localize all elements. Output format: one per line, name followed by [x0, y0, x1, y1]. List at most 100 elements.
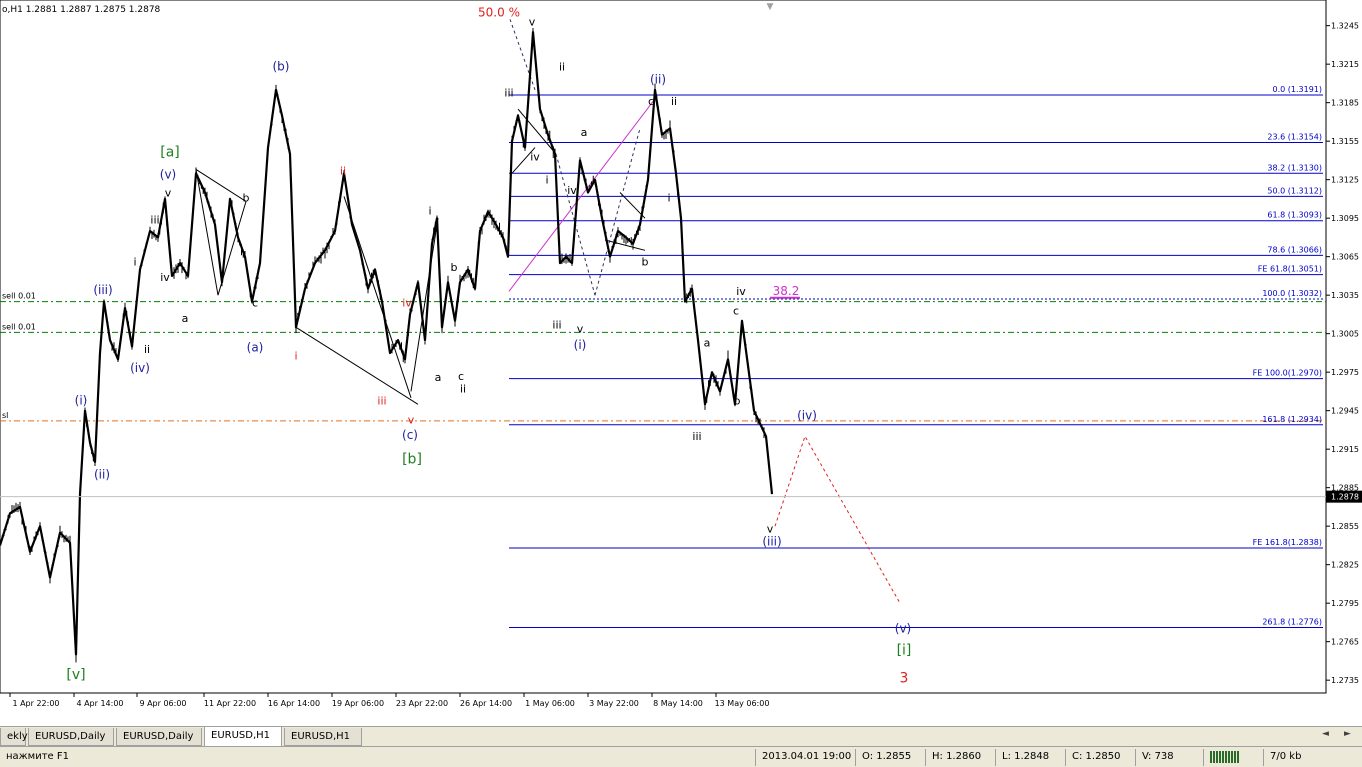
- wave-label: (b): [273, 60, 290, 74]
- wave-label: (iii): [762, 534, 781, 548]
- chart-window[interactable]: sell 0.01 sell 0.01 sl 0.0 (1.3191) 23.6 (1…: [0, 0, 1362, 726]
- x-tick-label: 11 Apr 22:00: [204, 699, 256, 708]
- tab-scroll-left-icon[interactable]: ◄: [1322, 729, 1329, 739]
- y-tick-label: 1.3245: [1331, 22, 1359, 31]
- wave-label: iv: [567, 184, 577, 197]
- wave-label: [a]: [160, 145, 180, 161]
- wave-label: 50.0 %: [478, 6, 520, 20]
- status-datetime: 2013.04.01 19:00: [755, 749, 855, 766]
- order-line-label: sell 0.01: [2, 322, 36, 331]
- status-open: O: 1.2855: [855, 749, 925, 766]
- tab-eurusd-h1[interactable]: EURUSD,H1: [284, 728, 362, 746]
- wave-label: i: [294, 349, 297, 362]
- y-tick-label: 1.2855: [1331, 522, 1359, 531]
- y-tick-label: 1.2945: [1331, 407, 1359, 416]
- plot-area: [0, 0, 1327, 694]
- fib-level-label: FE 161.8(1.2838): [1253, 538, 1322, 547]
- wave-label: c: [252, 297, 258, 310]
- wave-label: v: [408, 414, 415, 427]
- fib-level-label: 261.8 (1.2776): [1262, 618, 1322, 627]
- fib-level-label: 61.8 (1.3093): [1267, 211, 1322, 220]
- x-tick-label: 13 May 06:00: [715, 699, 770, 708]
- status-close: C: 1.2850: [1065, 749, 1135, 766]
- wave-label: iii: [552, 319, 561, 332]
- wave-label: ii: [340, 165, 346, 178]
- wave-label: (iv): [130, 361, 150, 375]
- status-bar: нажмите F1 2013.04.01 19:00 O: 1.2855 H:…: [0, 746, 1362, 767]
- wave-label: (ii): [94, 468, 110, 482]
- wave-label: iii: [150, 213, 159, 226]
- x-tick-label: 23 Apr 22:00: [396, 699, 448, 708]
- wave-label: (iv): [797, 409, 817, 423]
- y-tick-label: 1.3215: [1331, 60, 1359, 69]
- y-tick-label: 1.3185: [1331, 99, 1359, 108]
- fib-level-label: 78.6 (1.3066): [1267, 245, 1322, 254]
- y-tick-label: 1.3065: [1331, 253, 1359, 262]
- y-tick-label: 1.3155: [1331, 137, 1359, 146]
- x-tick-label: 3 May 22:00: [589, 699, 639, 708]
- wave-label: b: [243, 191, 250, 204]
- status-volume: V: 738: [1135, 749, 1203, 766]
- tab-eurusd-daily-1[interactable]: EURUSD,Daily: [28, 728, 114, 746]
- fib-level-label: 100.0 (1.3032): [1262, 289, 1322, 298]
- wave-label: (i): [75, 393, 88, 407]
- wave-label: [b]: [402, 451, 422, 467]
- wave-label: ii: [671, 95, 677, 108]
- fib-level-label: 50.0 (1.3112): [1267, 186, 1322, 195]
- wave-label: b: [734, 394, 741, 407]
- fib-level-label: 38.2 (1.3130): [1267, 163, 1322, 172]
- fib-level-label: 23.6 (1.3154): [1267, 132, 1322, 141]
- x-tick-label: 16 Apr 14:00: [268, 699, 320, 708]
- fib-level-label: 161.8 (1.2934): [1262, 415, 1322, 424]
- x-tick-label: 9 Apr 06:00: [139, 699, 186, 708]
- wave-label: a: [704, 337, 711, 350]
- wave-label: iii: [504, 86, 513, 99]
- wave-label: b: [451, 261, 458, 274]
- x-tick-label: 1 Apr 22:00: [12, 699, 59, 708]
- y-tick-label: 1.3005: [1331, 330, 1359, 339]
- y-tick-label: 1.3035: [1331, 291, 1359, 300]
- wave-label: ii: [559, 61, 565, 74]
- price-chart[interactable]: sell 0.01 sell 0.01 sl 0.0 (1.3191) 23.6 (1…: [0, 0, 1362, 726]
- wave-label: i: [133, 256, 136, 269]
- wave-label: iv: [530, 150, 540, 163]
- wave-label: [i]: [897, 643, 912, 659]
- wave-label: (v): [160, 167, 176, 181]
- tab-scroll-right-icon[interactable]: ►: [1344, 729, 1351, 739]
- x-tick-label: 8 May 14:00: [653, 699, 703, 708]
- x-tick-label: 19 Apr 06:00: [332, 699, 384, 708]
- fib-level-label: FE 61.8(1.3051): [1258, 265, 1322, 274]
- wave-label: c: [733, 304, 739, 317]
- wave-label: v: [529, 16, 536, 29]
- wave-label: (c): [402, 428, 418, 442]
- wave-label: a: [581, 126, 588, 139]
- y-tick-label: 1.2915: [1331, 445, 1359, 454]
- wave-label: c: [458, 370, 464, 383]
- y-tick-label: 1.2735: [1331, 676, 1359, 685]
- wave-label: [v]: [66, 667, 85, 683]
- wave-label: i: [667, 191, 670, 204]
- y-tick-label: 1.2825: [1331, 561, 1359, 570]
- tab-eurusd-daily-2[interactable]: EURUSD,Daily: [116, 728, 202, 746]
- tab-weekly[interactable]: ekly: [0, 728, 28, 746]
- connection-bars-icon[interactable]: [1203, 749, 1263, 766]
- wave-label: i: [545, 174, 548, 187]
- wave-label: a: [435, 371, 442, 384]
- status-high: H: 1.2860: [925, 749, 995, 766]
- wave-label: (ii): [650, 72, 666, 86]
- wave-label: iv: [736, 285, 746, 298]
- wave-label: (a): [247, 341, 264, 355]
- wave-label: i: [428, 204, 431, 217]
- y-tick-label: 1.3095: [1331, 214, 1359, 223]
- tab-eurusd-h1-active[interactable]: EURUSD,H1: [204, 727, 282, 747]
- chart-shift-marker[interactable]: ▼: [767, 2, 774, 12]
- status-traffic: 7/0 kb: [1263, 749, 1362, 766]
- order-line-label: sell 0.01: [2, 292, 36, 301]
- status-low: L: 1.2848: [995, 749, 1065, 766]
- order-line-label: sl: [2, 411, 8, 420]
- wave-label: (v): [895, 622, 911, 636]
- y-tick-label: 1.2795: [1331, 599, 1359, 608]
- wave-label: iii: [692, 430, 701, 443]
- wave-label: iv: [402, 297, 412, 310]
- x-tick-label: 4 Apr 14:00: [76, 699, 123, 708]
